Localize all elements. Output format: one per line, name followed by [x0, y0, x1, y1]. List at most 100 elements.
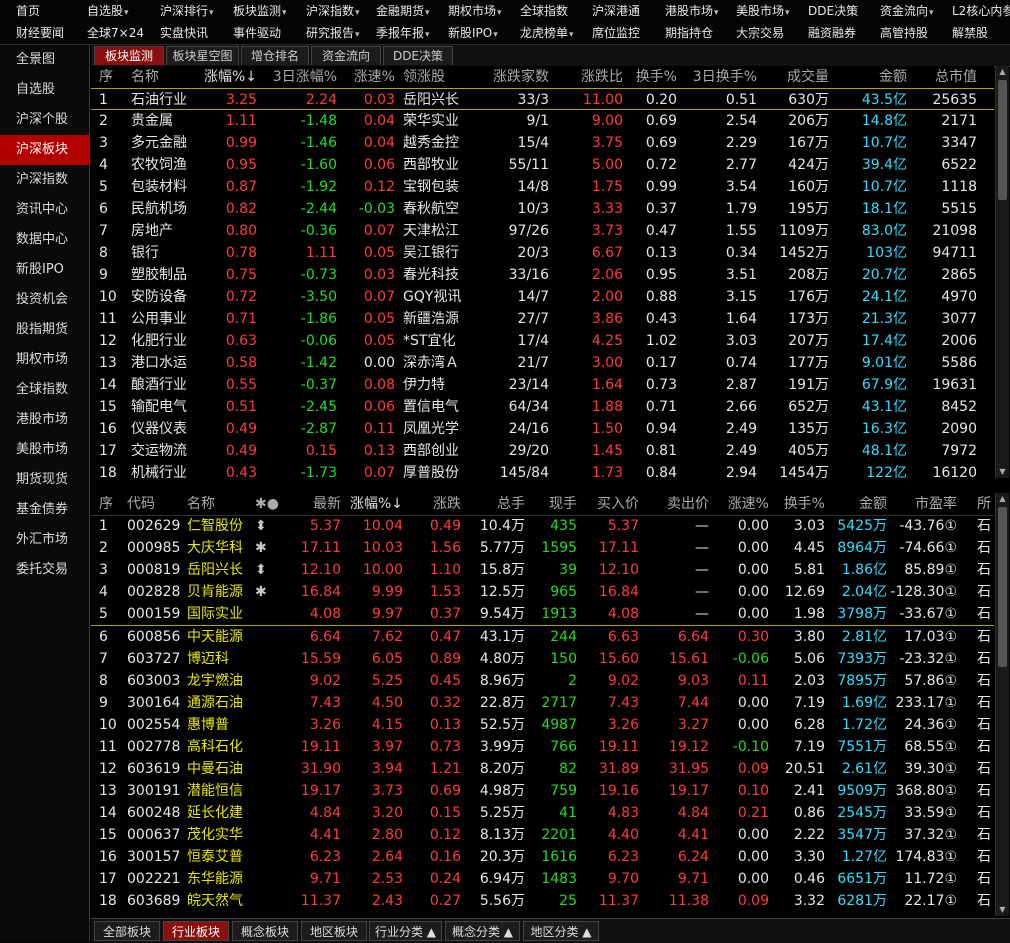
sidebar-item[interactable]: 委托交易 [0, 555, 89, 585]
table-row[interactable]: 3 多元金融 0.99 -1.46 0.04 越秀金控 15/4 3.75 0.69 2.29 16… [91, 132, 994, 154]
table-row[interactable]: 14 600248 延长化建 4.84 3.20 0.15 5.25万 41 4.83 4.84 0… [91, 802, 994, 824]
table-row[interactable]: 4 农牧饲渔 0.95 -1.60 0.06 西部牧业 55/11 5.00 0.72 2.77 4… [91, 154, 994, 176]
table-row[interactable]: 11 002778 高科石化 19.11 3.97 0.73 3.99万 766 19.11 19… [91, 736, 994, 758]
column-header[interactable]: 涨跌 [407, 493, 461, 515]
table-row[interactable]: 12 603619 中曼石油 31.90 3.94 1.21 8.20万 82 31.89 31.… [91, 758, 994, 780]
nav-item[interactable]: 全球指数 [520, 0, 568, 22]
scroll-thumb[interactable] [998, 80, 1007, 200]
nav-item[interactable]: 板块监测▾ [233, 0, 287, 22]
table-row[interactable]: 8 603003 龙宇燃油 9.02 5.25 0.45 8.96万 2 9.02 9.03 0.1… [91, 670, 994, 692]
sidebar-item[interactable]: 数据中心 [0, 225, 89, 255]
column-header[interactable]: 名称 [187, 493, 255, 515]
table-row[interactable]: 8 银行 0.78 1.11 0.05 吴江银行 20/3 6.67 0.13 0.34 1452万… [91, 242, 994, 264]
table-row[interactable]: 15 输配电气 0.51 -2.45 0.06 置信电气 64/34 1.88 0.71 2.66… [91, 396, 994, 418]
column-header[interactable]: 买入价 [581, 493, 639, 515]
column-header[interactable]: 代码 [127, 493, 183, 515]
table-row[interactable]: 7 603727 博迈科 15.59 6.05 0.89 4.80万 150 15.60 15.6… [91, 648, 994, 670]
table-row[interactable]: 4 002828 贝肯能源 ✱ 16.84 9.99 1.53 12.5万 965 16.84 — 0… [91, 581, 994, 603]
column-header[interactable]: 总市值 [911, 66, 977, 88]
column-header[interactable]: 最新 [285, 493, 341, 515]
table-row[interactable]: 6 民航机场 0.82 -2.44 -0.03 春秋航空 10/3 3.33 0.37 1.79 1… [91, 198, 994, 220]
nav-item[interactable]: 港股市场▾ [665, 0, 719, 22]
table-row[interactable]: 15 000637 茂化实华 4.41 2.80 0.12 8.13万 2201 4.40 4.4… [91, 824, 994, 846]
column-header[interactable]: 成交量 [761, 66, 829, 88]
nav-item[interactable]: 高管持股 [880, 22, 928, 44]
bottom-tab[interactable]: 地区板块 [301, 921, 367, 941]
table-row[interactable]: 5 包装材料 0.87 -1.92 0.12 宝钢包装 14/8 1.75 0.99 3.54 16… [91, 176, 994, 198]
table-row[interactable]: 9 300164 通源石油 7.43 4.50 0.32 22.8万 2717 7.43 7.44… [91, 692, 994, 714]
sidebar-item[interactable]: 沪深板块 [0, 135, 89, 165]
nav-item[interactable]: 金融期货▾ [376, 0, 430, 22]
nav-item[interactable]: 龙虎榜单▾ [520, 22, 574, 44]
sidebar-item[interactable]: 沪深指数 [0, 165, 89, 195]
nav-item[interactable]: 自选股▾ [87, 0, 129, 22]
sidebar-item[interactable]: 股指期货 [0, 315, 89, 345]
nav-item[interactable]: 新股IPO▾ [448, 22, 498, 44]
tab[interactable]: DDE决策 [383, 46, 453, 65]
column-header[interactable]: 涨跌家数 [481, 66, 549, 88]
nav-item[interactable]: 季报年报▾ [376, 22, 430, 44]
sidebar-item[interactable]: 外汇市场 [0, 525, 89, 555]
table-row[interactable]: 3 000819 岳阳兴长 ⬍ 12.10 10.00 1.10 15.8万 39 12.10 — 0… [91, 559, 994, 581]
scroll-up-icon[interactable]: ▲ [996, 66, 1009, 78]
column-header[interactable]: 换手% [627, 66, 677, 88]
column-header[interactable]: 换手% [771, 493, 825, 515]
column-header[interactable]: 总手 [465, 493, 525, 515]
table-row[interactable]: 7 房地产 0.80 -0.36 0.07 天津松江 97/26 3.73 0.47 1.55 11… [91, 220, 994, 242]
nav-item[interactable]: 资金流向▾ [880, 0, 934, 22]
table-row[interactable]: 11 公用事业 0.71 -1.86 0.05 新疆浩源 27/7 3.86 0.43 1.64 1… [91, 308, 994, 330]
nav-item[interactable]: 沪深指数▾ [306, 0, 360, 22]
bottom-tab[interactable]: 全部板块 [94, 921, 160, 941]
nav-item[interactable]: 解禁股 [952, 22, 988, 44]
nav-item[interactable]: 财经要闻 [16, 22, 64, 44]
column-header[interactable]: 卖出价 [643, 493, 709, 515]
scroll-thumb[interactable] [998, 507, 1007, 667]
nav-item[interactable]: DDE决策 [808, 0, 858, 22]
nav-item[interactable]: 事件驱动 [233, 22, 281, 44]
nav-item[interactable]: 期指持仓 [665, 22, 713, 44]
nav-item[interactable]: 席位监控 [592, 22, 640, 44]
sidebar-item[interactable]: 投资机会 [0, 285, 89, 315]
column-header[interactable]: 市盈率 [889, 493, 957, 515]
bottom-tab[interactable]: 概念板块 [232, 921, 298, 941]
sidebar-item[interactable]: 全景图 [0, 45, 89, 75]
column-header[interactable]: 涨跌比 [553, 66, 623, 88]
nav-item[interactable]: 沪深港通 [592, 0, 640, 22]
column-header[interactable]: 涨幅%↓ [345, 493, 403, 515]
sidebar-item[interactable]: 全球指数 [0, 375, 89, 405]
table-row[interactable]: 12 化肥行业 0.63 -0.06 0.05 *ST宜化 17/4 4.25 1.02 3.03… [91, 330, 994, 352]
tab[interactable]: 板块监测 [94, 46, 164, 65]
tab[interactable]: 增仓排名 [241, 46, 309, 65]
nav-item[interactable]: 期权市场▾ [448, 0, 502, 22]
table-row[interactable]: 9 塑胶制品 0.75 -0.73 0.03 春光科技 33/16 2.06 0.95 3.51 2… [91, 264, 994, 286]
stock-table-scrollbar[interactable]: ▲ ▼ [995, 493, 1009, 916]
nav-item[interactable]: 全球7×24 [87, 22, 144, 44]
bottom-tab[interactable]: 行业分类 ▲ [369, 921, 442, 941]
tab[interactable]: 板块星空图 [166, 46, 239, 65]
column-header[interactable]: 序 [99, 493, 121, 515]
table-row[interactable]: 2 贵金属 1.11 -1.48 0.04 荣华实业 9/1 9.00 0.69 2.54 206万… [91, 110, 994, 132]
table-row[interactable]: 10 安防设备 0.72 -3.50 0.07 GQY视讯 14/7 2.00 0.88 3.15… [91, 286, 994, 308]
column-header[interactable]: 所 [977, 493, 994, 515]
table-row[interactable]: 5 000159 国际实业 4.08 9.97 0.37 9.54万 1913 4.08 — 0.0… [91, 603, 994, 625]
bottom-tab[interactable]: 地区分类 ▲ [523, 921, 599, 941]
column-header[interactable]: 涨速% [713, 493, 769, 515]
column-header[interactable]: 名称 [131, 66, 201, 88]
table-row[interactable]: 16 仪器仪表 0.49 -2.87 0.11 凤凰光学 24/16 1.50 0.94 2.49… [91, 418, 994, 440]
nav-item[interactable]: 首页 [16, 0, 40, 22]
nav-item[interactable]: 大宗交易 [736, 22, 784, 44]
table-row[interactable]: 2 000985 大庆华科 ✱ 17.11 10.03 1.56 5.77万 1595 17.11… [91, 537, 994, 559]
nav-item[interactable]: 融资融券 [808, 22, 856, 44]
sidebar-item[interactable]: 新股IPO [0, 255, 89, 285]
table-row[interactable]: 18 603689 皖天然气 11.37 2.43 0.27 5.56万 25 11.37 11.… [91, 890, 994, 912]
nav-item[interactable]: 沪深排行▾ [160, 0, 214, 22]
scroll-down-icon[interactable]: ▼ [996, 466, 1009, 478]
sidebar-item[interactable]: 基金债券 [0, 495, 89, 525]
column-header[interactable]: 3日涨幅% [261, 66, 337, 88]
scroll-down-icon[interactable]: ▼ [996, 904, 1009, 916]
table-row[interactable]: 17 交运物流 0.49 0.15 0.13 西部创业 29/20 1.45 0.81 2.49 4… [91, 440, 994, 462]
bottom-tab[interactable]: 行业板块 [163, 921, 229, 941]
sector-table-scrollbar[interactable]: ▲ ▼ [995, 66, 1009, 478]
table-row[interactable]: 18 机械行业 0.43 -1.73 0.07 厚普股份 145/84 1.73 0.84 2.9… [91, 462, 994, 478]
column-header[interactable]: 序 [99, 66, 119, 88]
